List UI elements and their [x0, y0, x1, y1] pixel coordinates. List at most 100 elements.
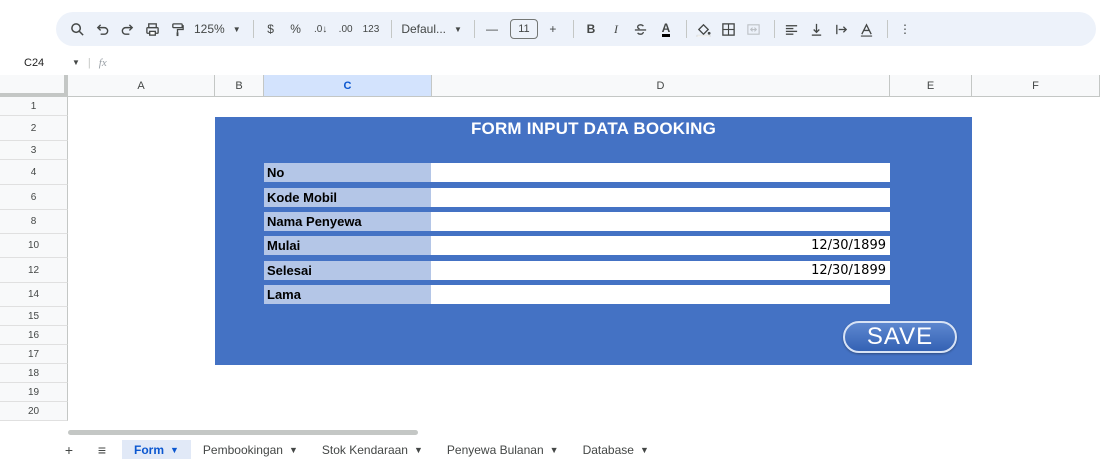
row-header[interactable]: 12 [0, 258, 68, 283]
save-button[interactable]: SAVE [843, 321, 957, 353]
italic-button[interactable]: I [605, 17, 627, 41]
field-lama: Lama [264, 285, 890, 304]
fx-icon: fx [98, 56, 107, 69]
strikethrough-icon[interactable] [630, 17, 652, 41]
horizontal-align-icon[interactable] [781, 17, 803, 41]
field-no: No [264, 163, 890, 182]
kode-mobil-input[interactable] [431, 188, 890, 207]
select-all-corner[interactable] [0, 75, 68, 97]
form-title: FORM INPUT DATA BOOKING [470, 119, 717, 138]
field-nama-penyewa: Nama Penyewa [264, 212, 890, 231]
row-header[interactable]: 18 [0, 364, 68, 383]
zoom-select[interactable]: 125% ▼ [191, 17, 244, 41]
row-header[interactable]: 10 [0, 234, 68, 258]
formula-divider: | [87, 56, 91, 69]
selesai-input[interactable]: 12/30/1899 [431, 261, 890, 280]
decrease-font-size-button[interactable]: — [481, 17, 503, 41]
row-header[interactable]: 6 [0, 185, 68, 210]
print-icon[interactable] [141, 17, 163, 41]
redo-icon[interactable] [116, 17, 138, 41]
mulai-input[interactable]: 12/30/1899 [431, 236, 890, 255]
no-input[interactable] [431, 163, 890, 182]
sheet-tab-label: Penyewa Bulanan [446, 442, 544, 457]
sheet-tab-penyewa-bulanan[interactable]: Penyewa Bulanan ▼ [435, 440, 571, 459]
toolbar-divider [391, 20, 393, 38]
chevron-down-icon: ▼ [170, 444, 179, 455]
row-header[interactable]: 16 [0, 326, 68, 345]
row-header[interactable]: 20 [0, 402, 68, 421]
search-menus-icon[interactable] [66, 17, 88, 41]
more-options-button[interactable]: ⋮ [894, 17, 916, 41]
field-label: No [264, 163, 431, 182]
toolbar-divider [685, 20, 687, 38]
zoom-value: 125% [194, 22, 225, 36]
chevron-down-icon: ▼ [549, 444, 559, 455]
sheet-tab-label: Stok Kendaraan [321, 442, 408, 457]
row-header[interactable]: 15 [0, 307, 68, 326]
nama-penyewa-input[interactable] [431, 212, 890, 231]
increase-decimal-button[interactable]: .00 [335, 17, 357, 41]
font-value: Defaul... [401, 22, 447, 36]
chevron-down-icon: ▼ [413, 444, 423, 455]
increase-font-size-button[interactable]: + [542, 17, 564, 41]
column-header-c[interactable]: C [264, 75, 432, 97]
formula-bar: C24 ▼ | fx [0, 50, 1118, 75]
row-header[interactable]: 3 [0, 141, 68, 160]
merge-cells-icon[interactable] [743, 17, 765, 41]
paint-format-icon[interactable] [166, 17, 188, 41]
percent-format-button[interactable]: % [285, 17, 307, 41]
row-header[interactable]: 14 [0, 283, 68, 307]
vertical-align-icon[interactable] [806, 17, 828, 41]
bold-button[interactable]: B [580, 17, 602, 41]
chevron-down-icon[interactable]: ▼ [72, 58, 80, 67]
name-box[interactable]: C24 [0, 57, 70, 69]
sheet-tab-form[interactable]: Form ▼ [122, 440, 191, 459]
row-header[interactable]: 19 [0, 383, 68, 402]
text-color-button[interactable]: A [655, 17, 677, 41]
all-sheets-button[interactable]: ≡ [82, 442, 122, 458]
sheet-tabs-bar: + ≡ Form ▼ Pembookingan ▼ Stok Kendaraan ▼ … [0, 440, 1118, 459]
column-header-a[interactable]: A [68, 75, 215, 97]
field-mulai: Mulai 12/30/1899 [264, 236, 890, 255]
toolbar-divider [773, 20, 775, 38]
sheet-tab-label: Pembookingan [202, 442, 283, 457]
horizontal-scrollbar[interactable] [68, 430, 418, 435]
chevron-down-icon: ▼ [454, 24, 462, 34]
chevron-down-icon: ▼ [639, 444, 649, 455]
toolbar-divider [473, 20, 475, 38]
currency-format-button[interactable]: $ [260, 17, 282, 41]
column-header-f[interactable]: F [972, 75, 1100, 97]
sheet-tab-pembookingan[interactable]: Pembookingan ▼ [191, 440, 310, 459]
decrease-decimal-button[interactable]: .0↓ [310, 17, 332, 41]
field-label: Kode Mobil [264, 188, 431, 207]
sheet-tab-database[interactable]: Database ▼ [571, 440, 661, 459]
row-header[interactable]: 17 [0, 345, 68, 364]
font-size-input[interactable]: 11 [509, 19, 538, 39]
column-header-b[interactable]: B [215, 75, 264, 97]
font-select[interactable]: Defaul... ▼ [398, 17, 465, 41]
row-header[interactable]: 4 [0, 160, 68, 185]
row-header[interactable]: 2 [0, 116, 68, 141]
field-label: Selesai [264, 261, 431, 280]
field-label: Nama Penyewa [264, 212, 431, 231]
column-header-d[interactable]: D [432, 75, 890, 97]
toolbar: 125% ▼ $ % .0↓ .00 123 Defaul... ▼ — 11 + … [56, 12, 1096, 46]
column-header-e[interactable]: E [890, 75, 972, 97]
row-header[interactable]: 1 [0, 97, 68, 116]
fill-color-icon[interactable] [693, 17, 715, 41]
lama-input[interactable] [431, 285, 890, 304]
add-sheet-button[interactable]: + [56, 442, 82, 458]
text-color-letter: A [661, 20, 671, 37]
toolbar-divider [572, 20, 574, 38]
borders-icon[interactable] [718, 17, 740, 41]
sheet-tab-label: Form [134, 442, 164, 457]
field-label: Mulai [264, 236, 431, 255]
sheet-tab-stok-kendaraan[interactable]: Stok Kendaraan ▼ [310, 440, 435, 459]
number-format-button[interactable]: 123 [360, 17, 383, 41]
sheet-tab-label: Database [582, 442, 634, 457]
chevron-down-icon: ▼ [232, 24, 241, 34]
text-rotation-icon[interactable] [856, 17, 878, 41]
undo-icon[interactable] [91, 17, 113, 41]
row-header[interactable]: 8 [0, 210, 68, 234]
text-wrapping-icon[interactable] [831, 17, 853, 41]
